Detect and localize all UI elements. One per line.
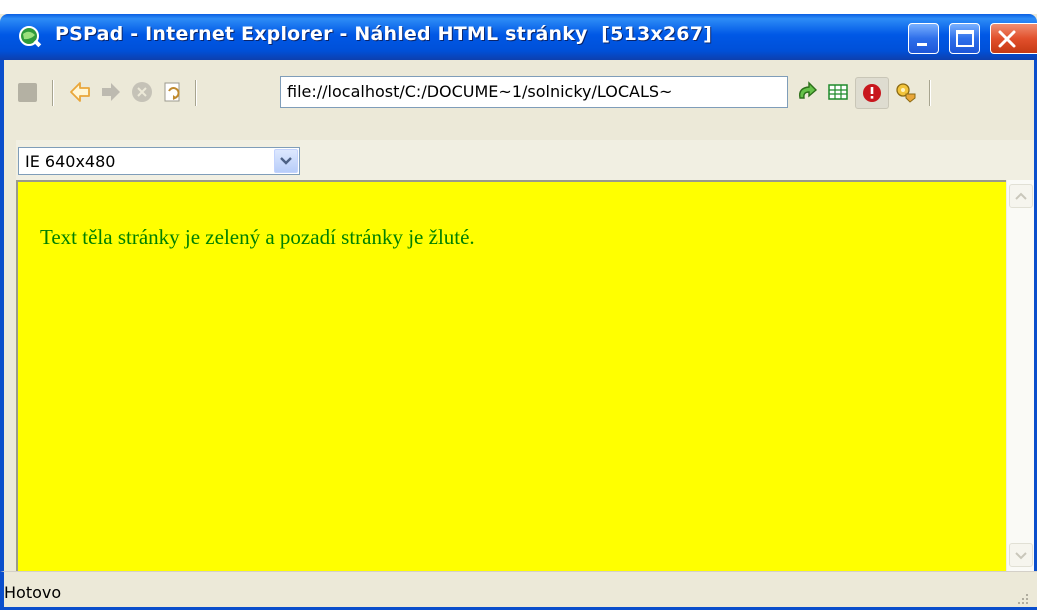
forward-arrow-icon[interactable] [99,80,123,104]
close-button[interactable] [990,23,1037,54]
toolbar: file://localhost/C:/DOCUME~1/solnicky/LO… [0,60,1037,140]
browser-preview-window: PSPad - Internet Explorer - Náhled HTML … [0,14,1037,610]
error-toggle-button[interactable] [855,77,889,109]
maximize-button[interactable] [949,23,980,54]
title-bar[interactable]: PSPad - Internet Explorer - Náhled HTML … [0,14,1037,60]
stop-square-icon[interactable] [16,80,40,104]
refresh-icon[interactable] [161,80,185,104]
chevron-down-icon[interactable] [274,149,298,173]
window-title: PSPad - Internet Explorer - Náhled HTML … [55,23,713,45]
scroll-down-button[interactable] [1009,543,1033,567]
chevron-down-icon [1015,552,1027,560]
options-icon[interactable] [894,80,918,104]
error-icon [863,84,881,102]
chevron-up-icon [1015,192,1027,200]
address-field[interactable]: file://localhost/C:/DOCUME~1/solnicky/LO… [280,76,788,108]
toolbar-separator [929,80,931,106]
address-value[interactable]: file://localhost/C:/DOCUME~1/solnicky/LO… [287,82,783,101]
preview-size-select[interactable]: IE 640x480 [18,147,300,175]
vertical-scrollbar[interactable] [1006,180,1035,571]
page-body-text: Text těla stránky je zelený a pozadí str… [40,225,475,249]
window-left-frame [0,140,16,580]
toolbar-separator [52,80,54,106]
pspad-globe-icon [17,24,43,50]
status-text: Hotovo [4,583,62,602]
preview-size-bar: IE 640x480 [0,140,1037,180]
resize-grip-icon[interactable] [1015,590,1029,604]
back-arrow-icon[interactable] [68,80,92,104]
table-icon[interactable] [826,80,850,104]
page-preview[interactable]: Text těla stránky je zelený a pozadí str… [16,180,1006,571]
preview-size-value: IE 640x480 [25,152,116,171]
scroll-up-button[interactable] [1009,184,1033,208]
status-bar: Hotovo [0,571,1037,610]
minimize-button[interactable] [908,23,939,54]
go-icon[interactable] [795,80,819,104]
toolbar-separator [195,80,197,106]
stop-icon[interactable] [130,80,154,104]
